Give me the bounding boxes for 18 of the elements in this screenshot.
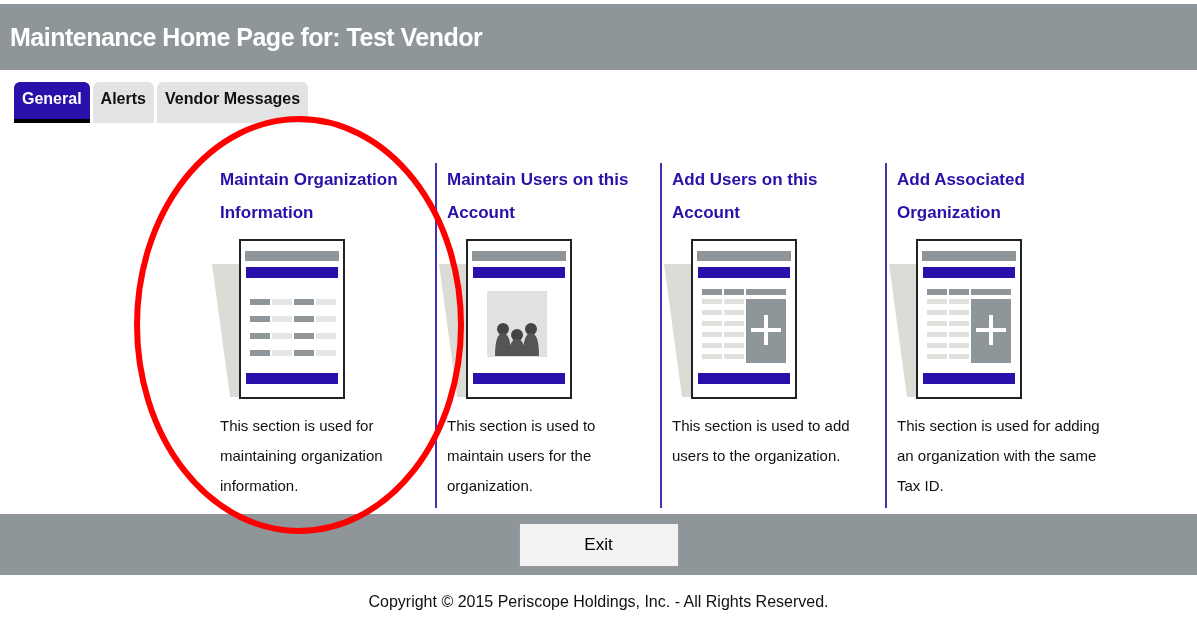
section-link[interactable]: Maintain Organization Information [220,163,425,229]
section-description: This section is used for adding an organization with the same Tax ID. [897,416,1100,496]
section-link[interactable]: Maintain Users on this Account [447,163,650,229]
document-icon [887,239,1022,401]
section-description: This section is used for maintaining organization information. [220,416,384,496]
section-link[interactable]: Add Users on this Account [672,163,875,229]
section-description: This section is used to maintain users for the organization. [447,416,597,496]
document-icon [437,239,572,401]
exit-button[interactable]: Exit [518,522,679,567]
document-icon [662,239,797,401]
tab[interactable]: Vendor Messages [156,82,309,123]
document-icon [210,239,345,401]
section-description: This section is used to add users to the organization. [672,416,851,466]
section-link[interactable]: Add Associated Organization [897,163,1100,229]
copyright-text: Copyright © 2015 Periscope Holdings, Inc. - All Rights Reserved. [367,593,830,611]
page-title: Maintenance Home Page for: Test Vendor [10,22,483,52]
tab[interactable]: General [14,82,90,123]
tab[interactable]: Alerts [92,82,154,123]
